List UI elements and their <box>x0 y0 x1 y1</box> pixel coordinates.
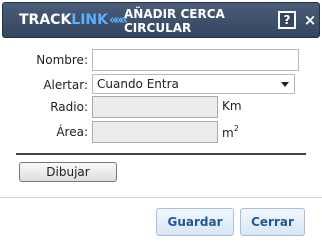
dialog-title: AÑADIR CERCA CIRCULAR <box>124 7 225 35</box>
draw-button[interactable]: Dibujar <box>19 162 117 182</box>
save-button[interactable]: Guardar <box>156 208 234 236</box>
area-unit-exponent: 2 <box>233 124 239 133</box>
nombre-input[interactable] <box>92 49 299 71</box>
area-unit-base: m <box>222 126 234 140</box>
close-icon[interactable]: × <box>302 11 318 29</box>
logo-track-text: TRACK <box>19 12 72 28</box>
area-input <box>92 121 218 143</box>
alertar-row: Alertar: Cuando Entra <box>0 74 322 96</box>
area-unit: m2 <box>222 124 239 140</box>
radio-row: Radio: Km <box>0 96 322 118</box>
area-row: Área: m2 <box>0 121 322 143</box>
form-divider <box>16 153 306 155</box>
help-button[interactable]: ? <box>278 11 296 29</box>
radio-input <box>92 96 218 118</box>
alertar-label: Alertar: <box>43 78 88 92</box>
footer-divider <box>0 197 322 198</box>
radio-label: Radio: <box>50 100 88 114</box>
logo-arrows-icon: ««« <box>109 13 128 28</box>
area-label: Área: <box>56 125 88 139</box>
alertar-select[interactable]: Cuando Entra <box>92 74 295 94</box>
logo-link-text: LINK <box>71 12 108 28</box>
alertar-selected-value: Cuando Entra <box>97 77 179 91</box>
radio-unit: Km <box>222 99 242 113</box>
nombre-label: Nombre: <box>36 53 88 67</box>
close-button[interactable]: Cerrar <box>240 208 305 236</box>
chevron-down-icon <box>281 82 289 87</box>
tracklink-logo: TRACKLINK««« <box>19 12 128 28</box>
nombre-row: Nombre: <box>0 49 322 71</box>
dialog-titlebar: TRACKLINK««« AÑADIR CERCA CIRCULAR ? × <box>2 2 320 38</box>
